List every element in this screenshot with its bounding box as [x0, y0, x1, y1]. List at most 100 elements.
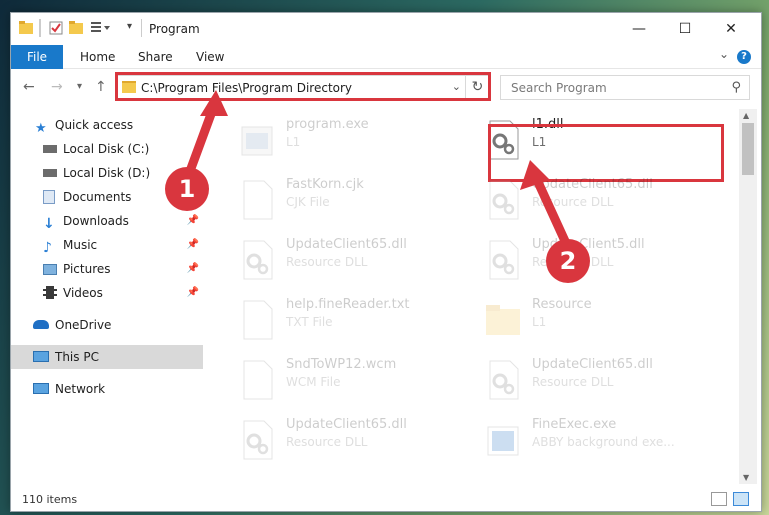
- title-bar: ▾ Program — ☐ ✕: [11, 13, 761, 45]
- drive-icon: [43, 169, 57, 177]
- help-icon[interactable]: ?: [737, 50, 751, 64]
- ribbon: File Home Share View ⌄ ?: [11, 45, 761, 101]
- tab-share[interactable]: Share: [138, 45, 173, 69]
- sidebar-item-label: Quick access: [55, 118, 134, 132]
- file-type: ABBY background exe...: [532, 435, 675, 449]
- vertical-scrollbar[interactable]: ▲ ▼: [739, 109, 757, 484]
- customize-toolbar-icon[interactable]: [91, 21, 111, 35]
- pin-icon[interactable]: 📌: [187, 233, 199, 257]
- file-name: FastKorn.cjk: [286, 177, 364, 192]
- pictures-icon: [43, 264, 57, 275]
- file-item[interactable]: FineExec.exe ABBY background exe...: [472, 413, 712, 469]
- file-name: FineExec.exe: [532, 417, 617, 432]
- sidebar-item-label: Music: [63, 238, 98, 252]
- search-icon[interactable]: ⚲: [731, 80, 741, 95]
- properties-icon[interactable]: [49, 21, 63, 35]
- forward-button[interactable]: →: [51, 79, 63, 95]
- file-name: UpdateClient65.dll: [286, 237, 407, 252]
- file-type: Resource DLL: [286, 435, 368, 449]
- highlight-box: [115, 72, 491, 101]
- sidebar-item-label: This PC: [55, 350, 99, 364]
- large-icons-view-icon[interactable]: [733, 492, 749, 506]
- sidebar-item-music[interactable]: ♪ Music 📌: [11, 233, 203, 257]
- search-box[interactable]: Search Program ⚲: [500, 75, 750, 100]
- blank-file-icon: [243, 180, 273, 220]
- file-item[interactable]: program.exe L1: [226, 113, 466, 169]
- pin-icon[interactable]: 📌: [187, 257, 199, 281]
- cloud-icon: [33, 320, 49, 329]
- download-icon: ↓: [43, 216, 55, 232]
- details-view-icon[interactable]: [711, 492, 727, 506]
- file-item[interactable]: FastKorn.cjk CJK File: [226, 173, 466, 229]
- file-type: WCM File: [286, 375, 341, 389]
- exe-icon: [241, 126, 273, 156]
- file-type: L1: [532, 315, 547, 329]
- tab-home[interactable]: Home: [80, 45, 115, 69]
- folder-icon: [19, 21, 33, 35]
- file-name: program.exe: [286, 117, 369, 132]
- sidebar-item-label: Pictures: [63, 262, 111, 276]
- file-item[interactable]: UpdateClient65.dll Resource DLL: [472, 353, 712, 409]
- file-name: UpdateClient65.dll: [286, 417, 407, 432]
- dll-gear-icon: [489, 360, 519, 400]
- dll-gear-icon: [243, 420, 273, 460]
- sidebar-item-local-disk-c[interactable]: Local Disk (C:): [11, 137, 203, 161]
- file-item[interactable]: UpdateClient65.dll Resource DLL: [226, 413, 466, 469]
- file-name: UpdateClient65.dll: [532, 177, 653, 192]
- minimize-button[interactable]: —: [617, 13, 661, 45]
- blank-file-icon: [243, 300, 273, 340]
- qat-dropdown-icon[interactable]: ▾: [127, 21, 132, 39]
- sidebar-item-label: Local Disk (D:): [63, 166, 151, 180]
- sidebar-item-downloads[interactable]: ↓ Downloads 📌: [11, 209, 203, 233]
- new-folder-icon[interactable]: [69, 21, 83, 35]
- file-type: Resource DLL: [532, 375, 614, 389]
- pin-icon[interactable]: 📌: [187, 281, 199, 305]
- sidebar-item-onedrive[interactable]: OneDrive: [11, 313, 203, 337]
- file-item[interactable]: SndToWP12.wcm WCM File: [226, 353, 466, 409]
- close-button[interactable]: ✕: [709, 13, 753, 45]
- collapse-ribbon-icon[interactable]: ⌄: [719, 47, 729, 61]
- tab-view[interactable]: View: [196, 45, 224, 69]
- dll-gear-icon: [243, 240, 273, 280]
- file-list: program.exe L1 l1.dll L1 FastKorn.cjk CJ…: [206, 109, 736, 489]
- file-item[interactable]: Resource L1: [472, 293, 712, 349]
- file-item[interactable]: UpdateClient5.dll Resource DLL: [472, 233, 712, 289]
- sidebar-item-videos[interactable]: Videos 📌: [11, 281, 203, 305]
- explorer-window: ▾ Program — ☐ ✕ File Home Share View ⌄ ?…: [10, 12, 762, 512]
- file-item[interactable]: help.fineReader.txt TXT File: [226, 293, 466, 349]
- status-bar: 110 items: [11, 489, 761, 511]
- sidebar-item-label: Downloads: [63, 214, 129, 228]
- sidebar-item-quick-access[interactable]: ★ Quick access: [11, 113, 203, 137]
- file-item[interactable]: UpdateClient65.dll Resource DLL: [472, 173, 712, 229]
- dll-gear-icon: [489, 240, 519, 280]
- scroll-up-icon[interactable]: ▲: [743, 111, 749, 120]
- file-type: TXT File: [286, 315, 333, 329]
- scroll-down-icon[interactable]: ▼: [743, 473, 749, 482]
- up-button[interactable]: ↑: [95, 79, 107, 95]
- file-type: CJK File: [286, 195, 330, 209]
- file-item[interactable]: UpdateClient65.dll Resource DLL: [226, 233, 466, 289]
- sidebar-item-label: OneDrive: [55, 318, 112, 332]
- maximize-button[interactable]: ☐: [663, 13, 707, 45]
- navigation-pane: ★ Quick access Local Disk (C:) Local Dis…: [11, 109, 203, 489]
- sidebar-item-network[interactable]: Network: [11, 377, 203, 401]
- documents-icon: [43, 190, 55, 204]
- file-name: SndToWP12.wcm: [286, 357, 397, 372]
- dll-gear-icon: [489, 180, 519, 220]
- file-type: Resource DLL: [532, 195, 614, 209]
- pin-icon[interactable]: 📌: [187, 209, 199, 233]
- sidebar-item-label: Documents: [63, 190, 132, 204]
- sidebar-item-pictures[interactable]: Pictures 📌: [11, 257, 203, 281]
- file-name: help.fineReader.txt: [286, 297, 410, 312]
- network-icon: [33, 383, 49, 394]
- back-button[interactable]: ←: [23, 79, 35, 95]
- scrollbar-thumb[interactable]: [742, 123, 754, 175]
- file-type: L1: [286, 135, 301, 149]
- star-icon: ★: [35, 121, 47, 136]
- recent-locations-icon[interactable]: ▾: [77, 81, 82, 92]
- divider: [39, 19, 41, 37]
- step-badge-2: 2: [546, 239, 590, 283]
- file-name: Resource: [532, 297, 592, 312]
- sidebar-item-this-pc[interactable]: This PC: [11, 345, 203, 369]
- navigation-bar: ← → ▾ ↑ C:\Program Files\Program Directo…: [11, 69, 761, 105]
